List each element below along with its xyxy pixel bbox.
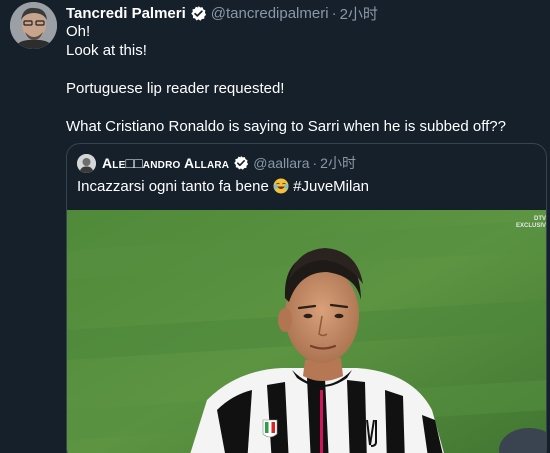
quoted-text: Incazzarsi ogni tanto fa bene xyxy=(77,178,269,195)
tweet-line: Oh! xyxy=(66,23,91,40)
quoted-avatar-image xyxy=(77,153,96,173)
tweet-line-break xyxy=(66,60,536,79)
tweet-text: Oh! Look at this! Portuguese lip reader … xyxy=(66,22,536,136)
laughing-tears-emoji-icon xyxy=(273,178,289,194)
quoted-timestamp[interactable]: 2小时 xyxy=(320,153,356,173)
tweet-line: Look at this! xyxy=(66,42,147,59)
quoted-avatar[interactable] xyxy=(77,153,96,173)
quoted-display-name[interactable]: Ale□□andro Allara xyxy=(102,155,229,171)
tweet-line: What Cristiano Ronaldo is saying to Sarr… xyxy=(66,118,506,135)
quoted-handle[interactable]: @aallara xyxy=(253,155,309,171)
watermark-line: DTV xyxy=(534,216,546,222)
media-watermark: DTV EXCLUSIV xyxy=(516,216,546,230)
video-frame-image xyxy=(67,210,546,453)
separator-dot: · xyxy=(312,155,318,171)
avatar-image xyxy=(10,2,57,49)
quoted-tweet-text: Incazzarsi ogni tanto fa bene #JuveMilan xyxy=(77,178,369,195)
watermark-line: EXCLUSIV xyxy=(515,223,546,229)
display-name[interactable]: Tancredi Palmeri xyxy=(66,5,186,22)
tweet-line: Portuguese lip reader requested! xyxy=(66,80,285,97)
verified-badge-icon xyxy=(190,5,207,22)
avatar[interactable] xyxy=(10,2,57,49)
hashtag-link[interactable]: #JuveMilan xyxy=(293,178,369,195)
tweet-header: Tancredi Palmeri @tancredipalmeri · 2小时 xyxy=(66,3,378,23)
verified-badge-icon xyxy=(233,155,249,171)
separator-dot: · xyxy=(331,4,337,22)
timestamp[interactable]: 2小时 xyxy=(340,3,378,24)
tweet[interactable]: Tancredi Palmeri @tancredipalmeri · 2小时 … xyxy=(0,0,550,453)
quoted-tweet-header: Ale□□andro Allara @aallara · 2小时 xyxy=(77,153,356,173)
quoted-tweet[interactable]: Ale□□andro Allara @aallara · 2小时 Incazza… xyxy=(66,143,547,453)
tweet-line-break xyxy=(66,98,536,117)
quoted-media-video[interactable]: DTV EXCLUSIV xyxy=(67,210,546,453)
handle[interactable]: @tancredipalmeri xyxy=(211,5,329,22)
